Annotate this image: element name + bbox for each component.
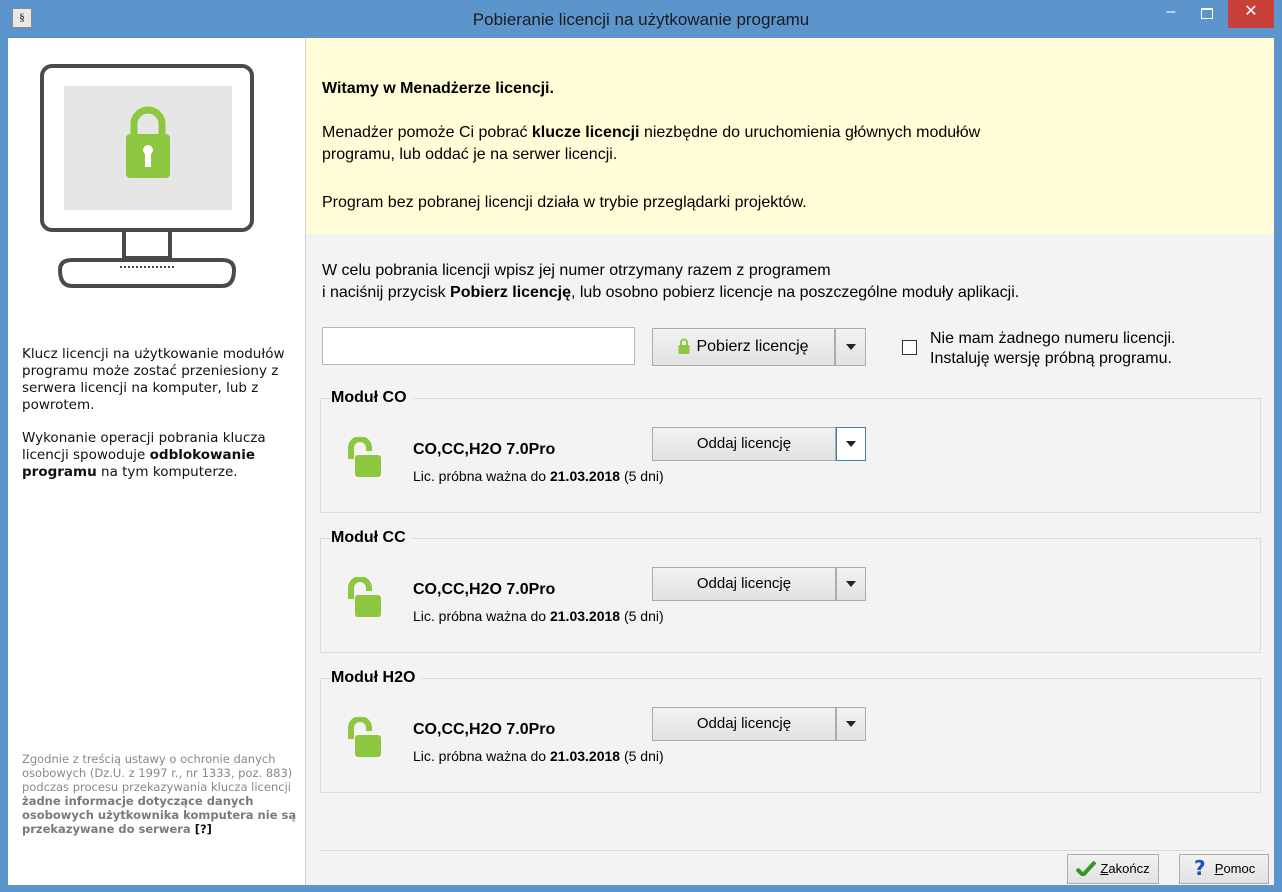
padlock-closed-icon xyxy=(678,338,690,354)
sidebar-para1: Klucz licencji na użytkowanie modułów pr… xyxy=(22,346,285,413)
minimize-button[interactable]: – xyxy=(1154,0,1188,28)
module-group: Moduł H2O CO,CC,H2O 7.0Pro Lic. próbna waż… xyxy=(320,669,1261,793)
trial-checkbox-label[interactable]: Nie mam żadnego numeru licencji. Instaluj… xyxy=(930,329,1175,369)
get-license-dropdown[interactable] xyxy=(835,328,866,366)
return-license-dropdown[interactable] xyxy=(836,427,866,461)
padlock-open-icon xyxy=(348,577,381,617)
chevron-down-icon xyxy=(845,344,856,350)
module-group: Moduł CC CO,CC,H2O 7.0Pro Lic. próbna ważn… xyxy=(320,529,1261,653)
title-bar[interactable]: § Pobieranie licencji na użytkowanie pro… xyxy=(0,0,1282,38)
padlock-open-icon xyxy=(348,437,381,477)
return-license-button[interactable]: Oddaj licencję xyxy=(652,567,836,601)
chevron-down-icon xyxy=(846,581,856,587)
monitor-padlock-icon xyxy=(40,64,254,288)
module-title: Moduł H2O xyxy=(331,669,422,687)
license-window: § Pobieranie licencji na użytkowanie pro… xyxy=(0,0,1282,892)
chevron-down-icon xyxy=(846,721,856,727)
license-number-input[interactable] xyxy=(322,327,635,365)
close-button[interactable]: ✕ xyxy=(1228,0,1274,28)
sidebar-para2: Wykonanie operacji pobrania klucza licen… xyxy=(22,430,266,480)
checkmark-icon xyxy=(1076,860,1097,878)
instructions: W celu pobrania licencji wpisz jej numer… xyxy=(322,262,1020,301)
main-panel: Witamy w Menadżerze licencji. Menadżer p… xyxy=(306,38,1274,885)
maximize-button[interactable] xyxy=(1190,0,1224,28)
module-title: Moduł CO xyxy=(331,389,413,407)
module-product: CO,CC,H2O 7.0Pro xyxy=(413,441,556,458)
return-license-dropdown[interactable] xyxy=(836,567,866,601)
privacy-help-link[interactable]: [?] xyxy=(195,822,212,836)
module-product: CO,CC,H2O 7.0Pro xyxy=(413,581,556,598)
trial-checkbox[interactable] xyxy=(902,340,917,355)
svg-text:?: ? xyxy=(1194,857,1206,877)
module-expiry: Lic. próbna ważna do 21.03.2018 (5 dni) xyxy=(413,748,664,764)
get-license-button[interactable]: Pobierz licencję xyxy=(652,328,835,366)
finish-button[interactable]: Zakończ xyxy=(1067,854,1159,884)
banner-title: Witamy w Menadżerze licencji. xyxy=(322,80,554,97)
return-license-button[interactable]: Oddaj licencję xyxy=(652,707,836,741)
padlock-open-icon xyxy=(348,717,381,757)
question-icon: ? xyxy=(1194,856,1206,880)
banner-note: Program bez pobranej licencji działa w t… xyxy=(322,194,807,211)
privacy-notice: Zgodnie z treścią ustawy o ochronie dany… xyxy=(22,752,297,836)
dialog-body: Klucz licencji na użytkowanie modułów pr… xyxy=(8,38,1274,885)
banner-description: Menadżer pomoże Ci pobrać klucze licencj… xyxy=(322,124,981,163)
module-group: Moduł CO CO,CC,H2O 7.0Pro Lic. próbna ważn… xyxy=(320,389,1261,513)
sidebar-info: Klucz licencji na użytkowanie modułów pr… xyxy=(22,346,294,497)
footer-separator xyxy=(320,850,1264,851)
module-product: CO,CC,H2O 7.0Pro xyxy=(413,721,556,738)
module-expiry: Lic. próbna ważna do 21.03.2018 (5 dni) xyxy=(413,608,664,624)
module-expiry: Lic. próbna ważna do 21.03.2018 (5 dni) xyxy=(413,468,664,484)
return-license-dropdown[interactable] xyxy=(836,707,866,741)
module-title: Moduł CC xyxy=(331,529,412,547)
sidebar: Klucz licencji na użytkowanie modułów pr… xyxy=(8,38,306,885)
welcome-banner: Witamy w Menadżerze licencji. Menadżer p… xyxy=(306,38,1274,234)
maximize-icon xyxy=(1201,8,1213,19)
chevron-down-icon xyxy=(846,441,856,447)
help-button[interactable]: ? Pomoc xyxy=(1179,854,1269,884)
window-title: Pobieranie licencji na użytkowanie progr… xyxy=(472,10,810,29)
return-license-button[interactable]: Oddaj licencję xyxy=(652,427,836,461)
